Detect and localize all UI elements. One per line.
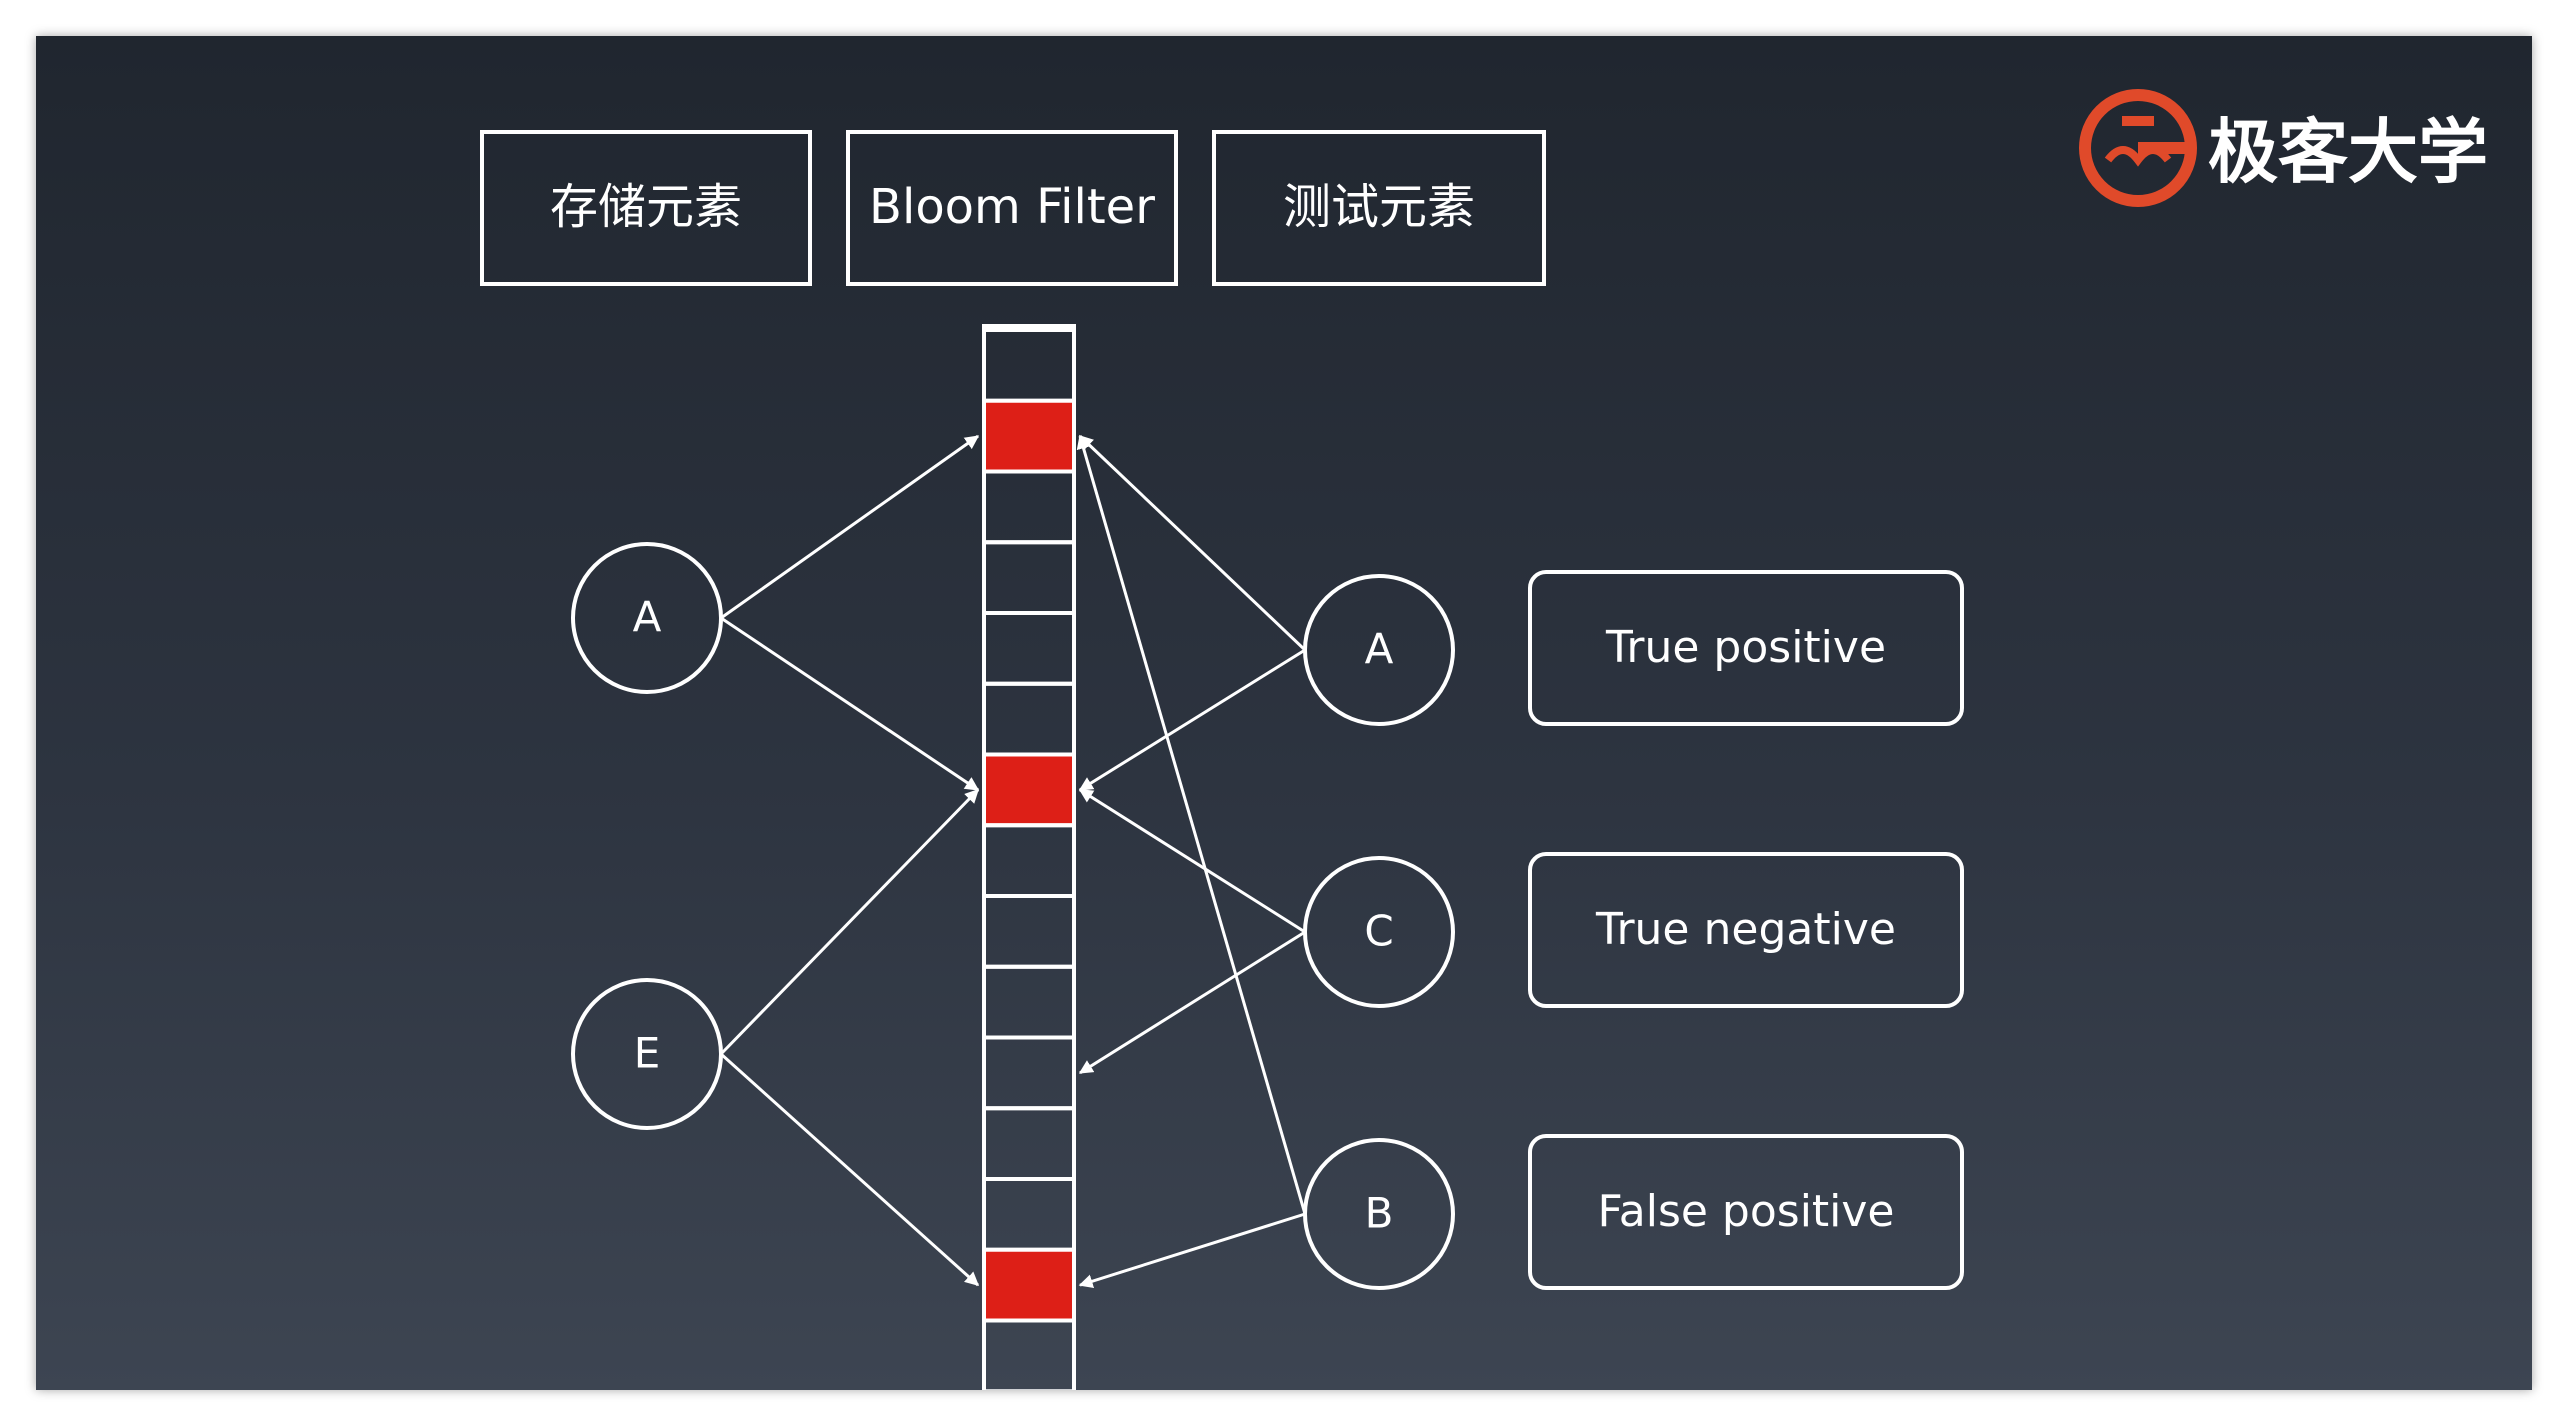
result-true-negative: True negative — [1528, 852, 1964, 1008]
logo-text: 极客大学 — [2208, 111, 2488, 193]
bit-cell-set — [982, 1247, 1076, 1323]
bit-cell — [982, 681, 1076, 757]
bit-cell — [982, 328, 1076, 403]
result-true-negative-label: True negative — [1595, 904, 1896, 955]
hash-arrow-tested — [1078, 930, 1306, 1075]
header-test-label: 测试元素 — [1283, 179, 1475, 235]
hash-arrow-tested — [1078, 648, 1306, 792]
bit-cell — [982, 611, 1076, 686]
result-false-positive-label: False positive — [1597, 1186, 1894, 1237]
stored-node-a: A — [571, 542, 723, 694]
bit-cell — [982, 1035, 1076, 1111]
bit-cell-set — [982, 398, 1076, 474]
hash-arrow-tested — [1078, 435, 1307, 652]
tested-node-a: A — [1303, 574, 1455, 726]
bit-cell — [982, 1106, 1076, 1181]
bit-array-frame — [982, 324, 1076, 1390]
bit-cell — [982, 540, 1076, 615]
bit-array — [982, 324, 1076, 1390]
bit-cell — [982, 964, 1076, 1040]
tested-node-a-label: A — [1365, 625, 1394, 674]
bit-cell — [982, 1318, 1076, 1390]
tested-node-c: C — [1303, 856, 1455, 1008]
stored-node-e-label: E — [634, 1029, 661, 1078]
hash-arrows — [719, 434, 1307, 1289]
header-store: 存储元素 — [480, 130, 812, 286]
bit-cell — [982, 894, 1076, 969]
hash-arrow-stored — [720, 616, 980, 792]
hash-arrow-stored — [719, 1052, 980, 1287]
result-true-positive: True positive — [1528, 570, 1964, 726]
result-true-positive-label: True positive — [1605, 622, 1886, 673]
hash-arrow-stored — [719, 788, 980, 1056]
hash-arrow-tested — [1078, 1212, 1306, 1289]
bit-cell — [982, 823, 1076, 898]
header-store-label: 存储元素 — [550, 179, 742, 235]
header-filter-label: Bloom Filter — [869, 179, 1155, 235]
tested-node-b-label: B — [1365, 1189, 1394, 1238]
tested-node-c-label: C — [1364, 907, 1393, 956]
stored-node-a-label: A — [633, 593, 662, 642]
bit-cell — [982, 469, 1076, 545]
logo: 极客大学 — [2079, 89, 2488, 207]
bit-cell — [982, 1177, 1076, 1252]
slide: 存储元素 Bloom Filter 测试元素 A E A C B True po… — [36, 36, 2532, 1390]
bit-cell-set — [982, 752, 1076, 828]
hash-arrow-tested — [1076, 434, 1307, 1215]
header-filter: Bloom Filter — [846, 130, 1178, 286]
hash-arrow-stored — [720, 434, 980, 620]
stored-node-e: E — [571, 978, 723, 1130]
header-test: 测试元素 — [1212, 130, 1546, 286]
result-false-positive: False positive — [1528, 1134, 1964, 1290]
hash-arrow-tested — [1078, 788, 1306, 934]
tested-node-b: B — [1303, 1138, 1455, 1290]
bloom-filter-diagram: 存储元素 Bloom Filter 测试元素 A E A C B True po… — [480, 89, 2488, 1390]
geek-logo-icon — [2079, 89, 2197, 207]
